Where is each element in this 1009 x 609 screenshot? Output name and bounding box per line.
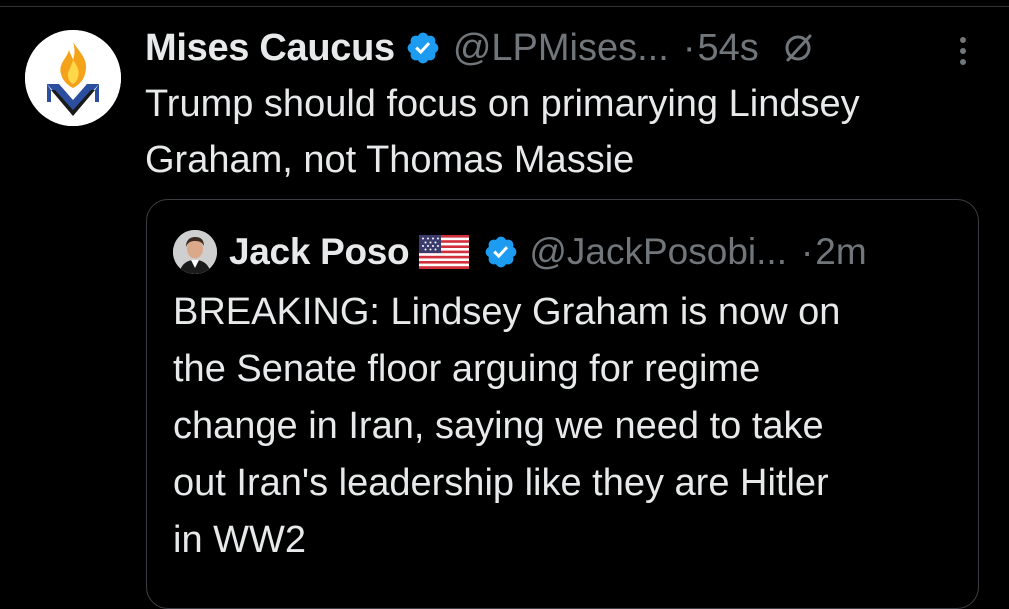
tweet-text-line: Trump should focus on primarying Lindsey: [145, 83, 860, 125]
quoted-text-line: BREAKING: Lindsey Graham is now on: [173, 291, 841, 333]
top-divider: [0, 6, 1009, 7]
quoted-text-line: out Iran's leadership like they are Hitl…: [173, 462, 829, 504]
author-handle[interactable]: @LPMises...: [453, 22, 669, 74]
author-display-name[interactable]: Mises Caucus: [145, 22, 395, 74]
quoted-author-handle[interactable]: @JackPosobi...: [529, 228, 787, 276]
tweet-header: Mises Caucus @LPMises... · 54s: [145, 22, 815, 74]
profile-photo-icon: [173, 230, 217, 274]
mises-caucus-logo-icon: [25, 30, 121, 126]
tweet-text-line: Graham, not Thomas Massie: [145, 139, 635, 181]
quoted-text-line: change in Iran, saying we need to take: [173, 405, 824, 447]
quoted-text-line: in WW2: [173, 519, 306, 561]
tweet-timestamp[interactable]: 54s: [697, 22, 758, 74]
quoted-author-avatar[interactable]: [173, 230, 217, 274]
quoted-author-display-name[interactable]: Jack Poso: [229, 228, 410, 276]
us-flag-icon: [419, 235, 470, 269]
quoted-tweet-text: BREAKING: Lindsey Graham is now on the S…: [173, 284, 963, 569]
author-avatar[interactable]: [25, 30, 121, 126]
separator-dot: ·: [800, 231, 814, 272]
verified-badge-icon[interactable]: [483, 234, 519, 270]
edited-slash-icon[interactable]: [781, 31, 815, 65]
quoted-tweet-header: Jack Poso @JackPosobi... · 2m: [173, 228, 867, 276]
separator-dot: ·: [682, 27, 696, 69]
quoted-text-line: the Senate floor arguing for regime: [173, 348, 761, 390]
quoted-tweet-timestamp[interactable]: 2m: [815, 228, 866, 276]
verified-badge-icon[interactable]: [405, 30, 441, 66]
more-dots-icon[interactable]: [952, 34, 974, 68]
quoted-tweet-card[interactable]: Jack Poso @JackPosobi... · 2m BREAKING: …: [146, 199, 979, 609]
tweet-text: Trump should focus on primarying Lindsey…: [145, 76, 995, 188]
